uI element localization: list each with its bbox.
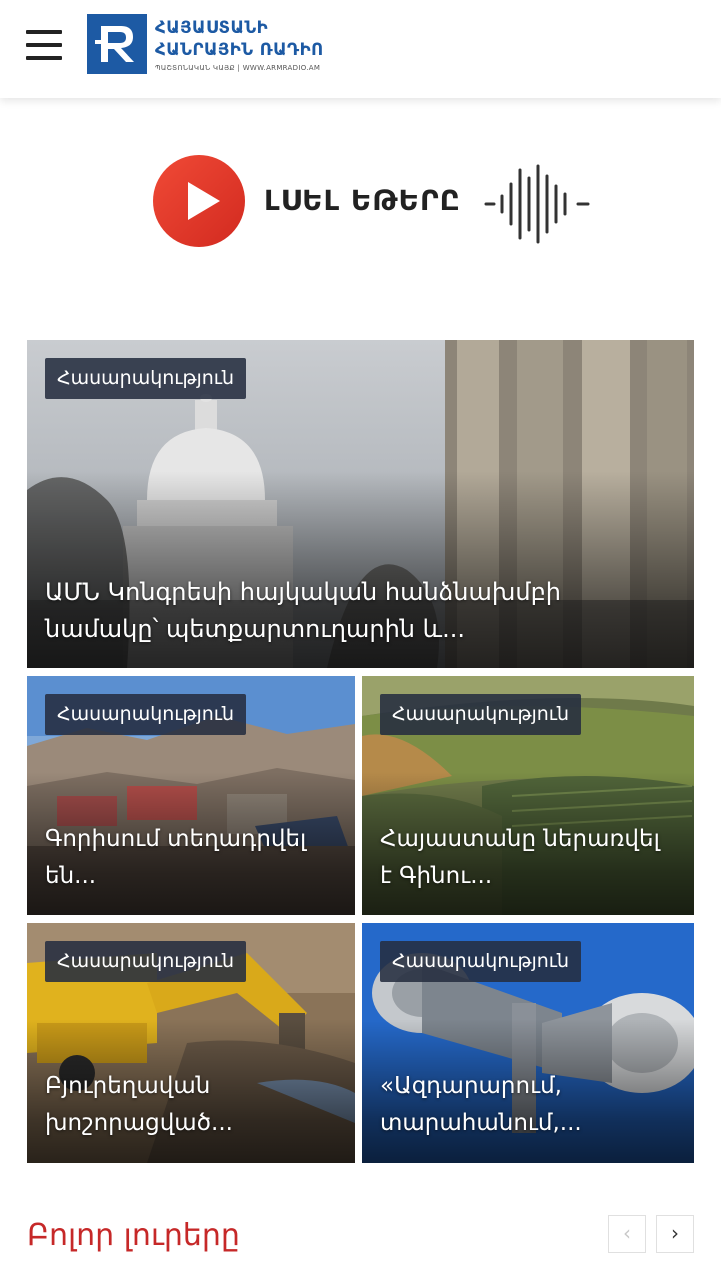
logo-title-line1: ՀԱՅԱՍՏԱՆԻ	[155, 18, 269, 37]
news-title[interactable]: Հայաստանը ներառվել է Գինու...	[380, 821, 676, 895]
news-card-featured[interactable]: Հասարակություն ԱՄՆ Կոնգրեսի հայկական հան…	[27, 340, 694, 668]
category-tag[interactable]: Հասարակություն	[45, 941, 247, 982]
play-icon[interactable]	[152, 154, 246, 248]
sound-wave-icon	[484, 164, 590, 244]
news-title[interactable]: Բյուրեղավան խոշորացված...	[45, 1068, 337, 1142]
chevron-left-icon[interactable]: ‹	[608, 1215, 646, 1253]
listen-live-label: ԼՍԵԼ ԵԹԵՐԸ	[264, 184, 461, 217]
all-news-heading[interactable]: Բոլոր լուրերը	[27, 1218, 240, 1253]
site-logo[interactable]: ՀԱՅԱՍՏԱՆԻ ՀԱՆՐԱՅԻՆ ՌԱԴԻՈ ՊԱՇՏՈՆԱԿԱՆ ԿԱՅՔ…	[87, 14, 347, 76]
site-header: ՀԱՅԱՍՏԱՆԻ ՀԱՆՐԱՅԻՆ ՌԱԴԻՈ ՊԱՇՏՈՆԱԿԱՆ ԿԱՅՔ…	[0, 0, 721, 98]
news-card[interactable]: Հասարակություն Բյուրեղավան խոշորացված...	[27, 923, 355, 1163]
news-title[interactable]: «Ազդարարում, տարահանում,...	[380, 1068, 676, 1142]
logo-subtitle: ՊԱՇՏՈՆԱԿԱՆ ԿԱՅՔ | WWW.ARMRADIO.AM	[155, 64, 321, 72]
listen-live-banner[interactable]: ԼՍԵԼ ԵԹԵՐԸ	[152, 154, 597, 250]
category-tag[interactable]: Հասարակություն	[380, 941, 582, 982]
chevron-right-icon[interactable]: ›	[656, 1215, 694, 1253]
news-title[interactable]: Գորիսում տեղադրվել են...	[45, 821, 337, 895]
category-tag[interactable]: Հասարակություն	[380, 694, 582, 735]
news-title[interactable]: ԱՄՆ Կոնգրեսի հայկական հանձնախմբի նամակը՝…	[45, 574, 676, 648]
news-card[interactable]: Հասարակություն Գորիսում տեղադրվել են...	[27, 676, 355, 915]
news-card[interactable]: Հասարակություն Հայաստանը ներառվել է Գինո…	[362, 676, 694, 915]
logo-mark-icon	[87, 14, 147, 74]
category-tag[interactable]: Հասարակություն	[45, 358, 247, 399]
logo-title-line2: ՀԱՆՐԱՅԻՆ ՌԱԴԻՈ	[155, 40, 324, 59]
hamburger-menu-icon[interactable]	[26, 28, 62, 60]
category-tag[interactable]: Հասարակություն	[45, 694, 247, 735]
news-card[interactable]: Հասարակություն «Ազդարարում, տարահանում,.…	[362, 923, 694, 1163]
